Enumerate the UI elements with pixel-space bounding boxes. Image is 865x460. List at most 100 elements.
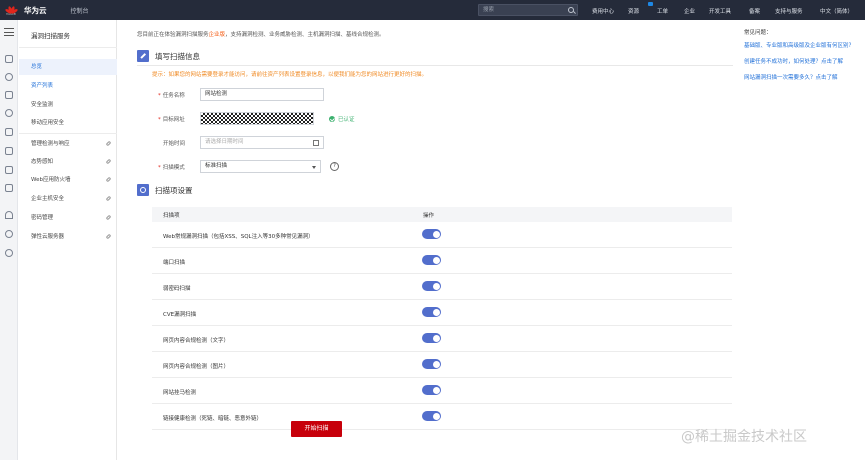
nav-resources[interactable]: 资源 xyxy=(628,7,639,15)
toggle-knob xyxy=(432,386,440,394)
sidebar-divider xyxy=(19,47,117,48)
document-icon[interactable] xyxy=(5,147,13,155)
verified-status: 已认证 xyxy=(329,115,355,123)
label-text: 任务名称 xyxy=(162,93,185,99)
edit-icon xyxy=(137,50,149,62)
intro-text-before: 您目前正在体验漏洞扫描服务 xyxy=(137,32,209,38)
sidebar-item-security-monitoring[interactable]: 安全监测 xyxy=(19,97,117,113)
toggle-knob xyxy=(432,412,440,420)
nav-support[interactable]: 支持与服务 xyxy=(775,7,803,15)
toggle-knob xyxy=(432,230,440,238)
calendar-icon[interactable] xyxy=(313,140,319,146)
task-name-input[interactable]: 网站检测 xyxy=(200,88,324,101)
database-icon[interactable] xyxy=(5,128,13,136)
link-health-check-toggle[interactable] xyxy=(422,411,441,421)
label-text: 目标网址 xyxy=(162,117,185,123)
section-scan-items-header: 扫描项设置 xyxy=(137,184,193,196)
sidebar-item-key-management[interactable]: 密码管理 xyxy=(19,210,117,226)
section-title: 填写扫描信息 xyxy=(155,51,200,61)
toggle-knob xyxy=(432,308,440,316)
sidebar-item-host-security[interactable]: 企业主机安全 xyxy=(19,191,117,207)
security-icon[interactable] xyxy=(5,166,13,174)
scan-item-label: 网页内容合规检测（文字） xyxy=(163,338,230,344)
scan-mode-value: 标准扫描 xyxy=(205,163,228,169)
menu-icon[interactable] xyxy=(4,28,14,36)
content-text-check-toggle[interactable] xyxy=(422,333,441,343)
nav-enterprise[interactable]: 企业 xyxy=(684,7,695,15)
network-icon[interactable] xyxy=(5,91,13,99)
compute-icon[interactable] xyxy=(5,73,13,81)
sidebar-item-label: 密码管理 xyxy=(31,215,54,221)
gear-icon xyxy=(137,184,149,196)
top-navigation-bar: HUAWEI 华为云 控制台 xyxy=(0,0,865,20)
target-url-label: * 目标网址 xyxy=(158,117,185,123)
sidebar-item-overview[interactable]: 总览 xyxy=(19,59,117,75)
scan-mode-select[interactable]: 标准扫描 xyxy=(200,160,321,173)
table-row: 网页内容合规检测（文字） xyxy=(152,326,732,352)
weak-password-scan-toggle[interactable] xyxy=(422,281,441,291)
check-circle-icon xyxy=(329,116,335,122)
start-time-label: 开始时间 xyxy=(163,141,186,147)
table-row: 弱密码扫描 xyxy=(152,274,732,300)
sidebar-item-mdr[interactable]: 管理检测与响应 xyxy=(19,136,117,152)
toggle-knob xyxy=(432,334,440,342)
edition-link[interactable]: 企业版 xyxy=(209,32,226,38)
table-row: 链接健康检测（死链、暗链、恶意外链） xyxy=(152,404,732,430)
scan-item-label: 弱密码扫描 xyxy=(163,286,191,292)
toggle-knob xyxy=(432,360,440,368)
nav-filing[interactable]: 备案 xyxy=(749,7,760,15)
nav-language[interactable]: 中文（简体） xyxy=(820,7,853,15)
sidebar-title: 漏洞扫描服务 xyxy=(31,32,70,40)
table-header: 扫描项 操作 xyxy=(152,207,732,222)
nav-billing-center[interactable]: 费用中心 xyxy=(592,7,614,15)
table-row: 网站挂马检测 xyxy=(152,378,732,404)
brand-name[interactable]: 华为云 xyxy=(24,5,47,16)
start-time-picker[interactable]: 请选择日期时间 xyxy=(200,136,324,149)
settings-icon[interactable] xyxy=(5,249,13,257)
console-link[interactable]: 控制台 xyxy=(71,6,89,15)
content-image-check-toggle[interactable] xyxy=(422,359,441,369)
section-scan-info-header: 填写扫描信息 xyxy=(137,50,200,62)
section-title: 扫描项设置 xyxy=(155,185,193,195)
sidebar-item-asset-list[interactable]: 资产列表 xyxy=(19,78,117,94)
faq-link-task-failed[interactable]: 创建任务不成功时，如何处理？点击了解 xyxy=(744,57,865,65)
sidebar-item-label: 企业主机安全 xyxy=(31,196,65,202)
faq-link-edition-diff[interactable]: 基础版、专业版和高级版及企业版有何区别？ xyxy=(744,41,865,49)
service-icon-rail xyxy=(0,20,18,460)
globe-icon[interactable] xyxy=(5,230,13,238)
sidebar-item-waf[interactable]: Web应用防火墙 xyxy=(19,172,117,188)
trojan-check-toggle[interactable] xyxy=(422,385,441,395)
web-vuln-scan-toggle[interactable] xyxy=(422,229,441,239)
sidebar-item-mobile-app-security[interactable]: 移动应用安全 xyxy=(19,115,117,131)
port-scan-toggle[interactable] xyxy=(422,255,441,265)
global-search-input[interactable]: 搜索 xyxy=(478,4,578,16)
sidebar-item-situation-awareness[interactable]: 态势感知 xyxy=(19,154,117,170)
nav-tickets[interactable]: 工单 xyxy=(657,7,668,15)
storage-icon[interactable] xyxy=(5,109,13,117)
help-icon[interactable]: ? xyxy=(330,162,339,171)
table-row: 网页内容合规检测（图片） xyxy=(152,352,732,378)
scan-mode-label: * 扫描模式 xyxy=(158,165,185,171)
faq-link-scan-duration[interactable]: 网站漏洞扫描一次需要多久？点击了解 xyxy=(744,73,865,81)
target-url-select-redacted[interactable] xyxy=(200,112,314,125)
cve-scan-toggle[interactable] xyxy=(422,307,441,317)
huawei-logo[interactable]: HUAWEI xyxy=(2,0,20,20)
start-scan-button[interactable]: 开始扫描 xyxy=(291,421,342,437)
sidebar-item-ecs[interactable]: 弹性云服务器 xyxy=(19,229,117,245)
toggle-knob xyxy=(432,282,440,290)
watermark: @稀土掘金技术社区 xyxy=(681,429,807,445)
notification-badge xyxy=(648,2,653,6)
search-icon[interactable] xyxy=(568,7,574,13)
anchor-icon[interactable] xyxy=(5,211,13,219)
sidebar-item-label: 弹性云服务器 xyxy=(31,234,65,240)
column-header-operation: 操作 xyxy=(423,213,435,219)
scan-item-label: CVE漏洞扫描 xyxy=(163,312,197,318)
column-header-item: 扫描项 xyxy=(163,213,180,219)
cloud-icon[interactable] xyxy=(5,55,13,63)
start-time-placeholder: 请选择日期时间 xyxy=(205,139,244,145)
faq-title: 常见问题： xyxy=(744,30,772,36)
container-icon[interactable] xyxy=(5,184,13,192)
scan-item-label: 端口扫描 xyxy=(163,260,186,266)
nav-dev-tools[interactable]: 开发工具 xyxy=(709,7,731,15)
chevron-down-icon xyxy=(312,166,316,169)
